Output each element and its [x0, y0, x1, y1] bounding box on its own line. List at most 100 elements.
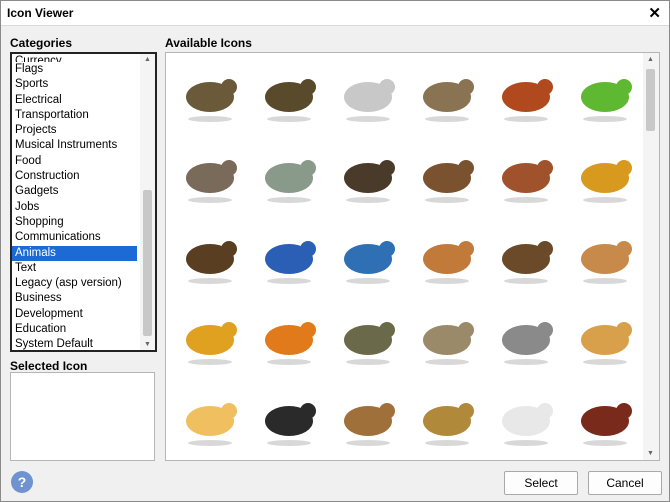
- category-item-sports[interactable]: Sports: [12, 77, 137, 92]
- bass-fish-icon: [264, 159, 316, 203]
- icon-cell[interactable]: [170, 54, 249, 133]
- help-icon[interactable]: ?: [11, 471, 33, 493]
- category-item-transportation[interactable]: Transportation: [12, 108, 137, 123]
- angelfish-icon: [343, 78, 395, 122]
- category-item-electrical[interactable]: Electrical: [12, 93, 137, 108]
- icon-cell[interactable]: [328, 297, 407, 376]
- parakeet-icon: [580, 78, 632, 122]
- category-item-gadgets[interactable]: Gadgets: [12, 184, 137, 199]
- icon-cell[interactable]: [407, 135, 486, 214]
- window-title: Icon Viewer: [7, 6, 74, 20]
- category-item-jobs[interactable]: Jobs: [12, 200, 137, 215]
- icon-cell[interactable]: [249, 378, 328, 457]
- icon-cell[interactable]: [170, 135, 249, 214]
- bluebird-icon: [264, 240, 316, 284]
- bulldog-icon: [580, 240, 632, 284]
- icon-cell[interactable]: [407, 378, 486, 457]
- category-item-partial[interactable]: Currency: [12, 54, 137, 62]
- cat-icon: [501, 321, 553, 365]
- icon-cell[interactable]: [249, 135, 328, 214]
- icons-scrollbar[interactable]: ▲ ▼: [643, 53, 659, 460]
- bear-icon: [422, 159, 474, 203]
- category-item-legacy-asp-version[interactable]: Legacy (asp version): [12, 276, 137, 291]
- icon-cell[interactable]: [486, 216, 565, 295]
- icon-cell[interactable]: [486, 297, 565, 376]
- cobra-icon: [422, 402, 474, 446]
- category-item-text[interactable]: Text: [12, 261, 137, 276]
- bee-icon: [580, 159, 632, 203]
- category-item-flags[interactable]: Flags: [12, 62, 137, 77]
- icon-cell[interactable]: [486, 54, 565, 133]
- bat-icon: [343, 159, 395, 203]
- alligator-icon: [185, 78, 237, 122]
- category-item-shopping[interactable]: Shopping: [12, 215, 137, 230]
- catfish-icon: [422, 321, 474, 365]
- selected-icon-label: Selected Icon: [10, 359, 88, 373]
- close-icon[interactable]: ✕: [648, 4, 661, 22]
- chick-icon: [185, 402, 237, 446]
- selected-icon-preview: [10, 372, 155, 461]
- icon-cell[interactable]: [486, 135, 565, 214]
- baboon-icon: [185, 159, 237, 203]
- category-item-communications[interactable]: Communications: [12, 230, 137, 245]
- icon-cell[interactable]: [328, 54, 407, 133]
- boxer-dog-icon: [422, 240, 474, 284]
- categories-scroll-thumb[interactable]: [143, 190, 152, 336]
- icon-cell[interactable]: [407, 216, 486, 295]
- icon-cell[interactable]: [486, 378, 565, 457]
- title-bar: Icon Viewer ✕: [1, 1, 669, 26]
- bison-icon: [185, 240, 237, 284]
- icon-cell[interactable]: [565, 216, 644, 295]
- icons-scroll-down-arrow-icon[interactable]: ▼: [647, 450, 654, 457]
- icon-cell[interactable]: [328, 216, 407, 295]
- categories-scrollbar[interactable]: ▲ ▼: [140, 54, 155, 350]
- icon-cell[interactable]: [249, 297, 328, 376]
- icons-scroll-thumb[interactable]: [646, 69, 655, 131]
- category-item-projects[interactable]: Projects: [12, 123, 137, 138]
- cancel-button[interactable]: Cancel: [588, 471, 662, 495]
- available-icons-label: Available Icons: [165, 36, 252, 50]
- available-icons-panel[interactable]: ▲ ▼: [165, 52, 660, 461]
- snake-icon: [264, 78, 316, 122]
- category-item-construction[interactable]: Construction: [12, 169, 137, 184]
- category-item-business[interactable]: Business: [12, 291, 137, 306]
- icon-cell[interactable]: [407, 54, 486, 133]
- category-item-animals[interactable]: Animals: [12, 245, 137, 261]
- select-button[interactable]: Select: [504, 471, 578, 495]
- category-item-musical-instruments[interactable]: Musical Instruments: [12, 138, 137, 153]
- scroll-down-arrow-icon[interactable]: ▼: [144, 341, 151, 348]
- ant-icon: [501, 78, 553, 122]
- icon-cell[interactable]: [170, 378, 249, 457]
- icon-cell[interactable]: [565, 378, 644, 457]
- icon-cell[interactable]: [170, 297, 249, 376]
- monarch-butterfly-icon: [264, 321, 316, 365]
- chipmunk-icon: [343, 402, 395, 446]
- icon-cell[interactable]: [565, 135, 644, 214]
- icon-cell[interactable]: [170, 216, 249, 295]
- icon-cell[interactable]: [249, 54, 328, 133]
- whale-icon: [343, 240, 395, 284]
- icon-cell[interactable]: [565, 54, 644, 133]
- categories-list[interactable]: Currency Flags Sports Electrical Transporta…: [10, 52, 157, 352]
- icon-cell[interactable]: [328, 378, 407, 457]
- category-item-system-default[interactable]: System Default: [12, 337, 137, 350]
- category-item-education[interactable]: Education: [12, 322, 137, 337]
- category-item-development[interactable]: Development: [12, 307, 137, 322]
- chimpanzee-icon: [264, 402, 316, 446]
- cheetah-icon: [580, 321, 632, 365]
- buffalo-icon: [501, 240, 553, 284]
- icon-cell[interactable]: [328, 135, 407, 214]
- antelope-icon: [422, 78, 474, 122]
- icon-cell[interactable]: [565, 297, 644, 376]
- categories-label: Categories: [10, 36, 73, 50]
- cockroach-icon: [580, 402, 632, 446]
- icon-viewer-dialog: Icon Viewer ✕ Categories Currency Flags S…: [0, 0, 670, 502]
- caterpillar-icon: [343, 321, 395, 365]
- icons-scroll-up-arrow-icon[interactable]: ▲: [647, 56, 654, 63]
- scroll-up-arrow-icon[interactable]: ▲: [144, 56, 151, 63]
- icon-cell[interactable]: [249, 216, 328, 295]
- cockatoo-icon: [501, 402, 553, 446]
- icon-cell[interactable]: [407, 297, 486, 376]
- category-item-food[interactable]: Food: [12, 154, 137, 169]
- beetle-icon: [501, 159, 553, 203]
